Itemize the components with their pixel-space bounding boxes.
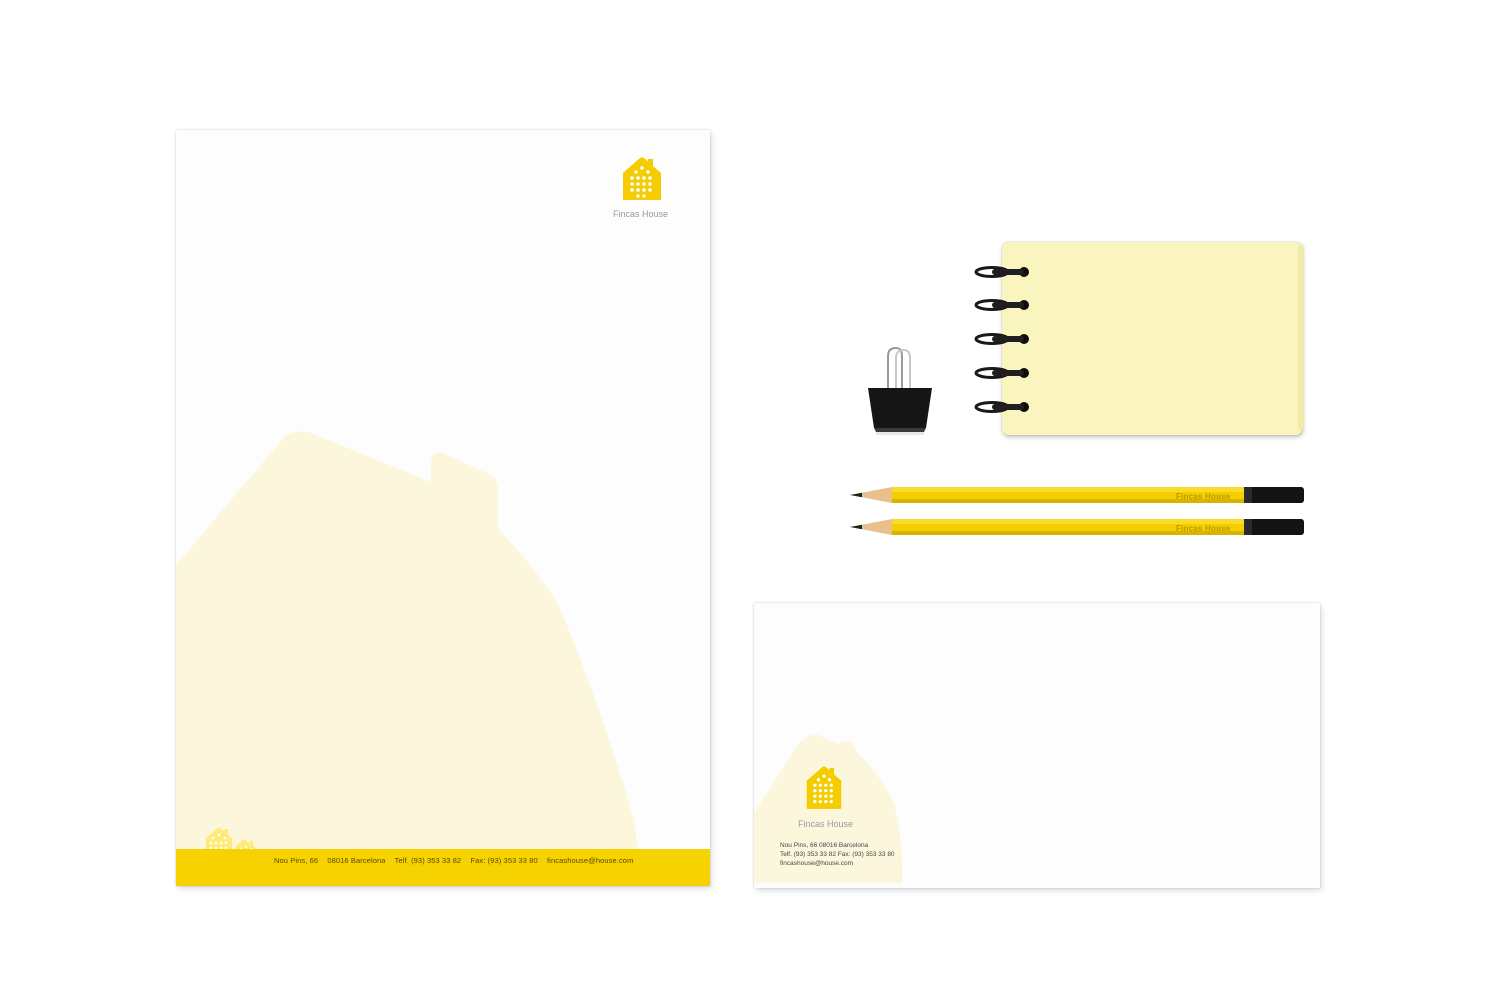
spiral-ring <box>974 266 1029 278</box>
footer-band <box>176 849 710 886</box>
footer-phone: Telf. (93) 353 33 82 <box>394 856 462 865</box>
binder-clip-icon <box>868 346 932 435</box>
spiral-ring <box>974 333 1029 345</box>
footer-fax: Fax: (93) 353 33 80 <box>470 856 538 865</box>
envelope: Fincas House Nou Pins, 66 08016 Barcelon… <box>754 603 1320 888</box>
spiral-ring <box>974 401 1029 413</box>
envelope-line: Telf. (93) 353 33 82 Fax: (93) 353 33 80 <box>780 851 895 858</box>
house-watermark <box>176 431 638 849</box>
letterhead-logo <box>620 156 664 207</box>
notepad-page-edge <box>1298 246 1304 430</box>
envelope-line: fincashouse@house.com <box>780 860 854 867</box>
house-logo-icon <box>806 766 842 809</box>
footer-email: fincashouse@house.com <box>547 856 634 865</box>
binder-clip <box>866 346 934 441</box>
letterhead-sheet: Fincas House Nou Pins, 66 08016 Barcelon… <box>176 130 710 886</box>
envelope-contact: Nou Pins, 66 08016 Barcelona Telf. (93) … <box>780 841 895 868</box>
spiral-ring <box>974 299 1029 311</box>
envelope-logo-caption: Fincas House <box>798 819 854 829</box>
footer-contact: Nou Pins, 66 08016 Barcelona Telf. (93) … <box>274 856 640 865</box>
footer-city: 08016 Barcelona <box>327 856 386 865</box>
pencil-label: Fincas House <box>1176 492 1231 501</box>
pencil <box>850 519 1304 535</box>
envelope-line: Nou Pins, 66 08016 Barcelona <box>780 842 869 849</box>
letterhead-logo-caption: Fincas House <box>613 209 669 219</box>
envelope-logo <box>804 763 844 818</box>
pencil-label: Fincas House <box>1176 524 1231 533</box>
pencil <box>850 487 1304 503</box>
footer-address: Nou Pins, 66 <box>274 856 319 865</box>
spiral-ring <box>974 367 1029 379</box>
house-logo-icon <box>623 157 661 200</box>
spiral-notepad <box>1002 242 1304 435</box>
